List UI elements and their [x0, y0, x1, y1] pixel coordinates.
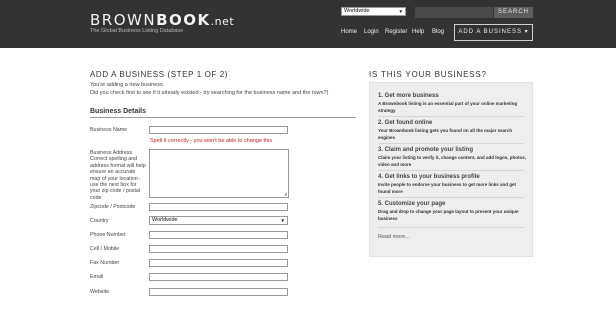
- phone-input[interactable]: [149, 231, 288, 239]
- tip-text: A Brownbook listing is an essential part…: [378, 101, 518, 113]
- section-divider: [90, 117, 356, 118]
- country-label: Country: [90, 218, 109, 224]
- sidebar-tip-1: 1. Get more business A Brownbook listing…: [378, 92, 526, 114]
- nav-link-help[interactable]: Help: [412, 29, 424, 35]
- logo-text-net: .net: [210, 15, 235, 28]
- brownbook-logo[interactable]: BROWNBOOK.net: [90, 11, 234, 29]
- zipcode-input[interactable]: [149, 203, 288, 211]
- site-tagline: The Global Business Listing Database: [90, 28, 184, 34]
- resize-grip-icon[interactable]: ◢: [284, 192, 287, 196]
- tip-heading: 3. Claim and promote your listing: [378, 147, 474, 153]
- sidebar-tip-4: 4. Get links to your business profile In…: [378, 173, 526, 195]
- intro-hint: Did you check first to see if it already…: [90, 90, 329, 96]
- page-title: ADD A BUSINESS (STEP 1 OF 2): [90, 70, 229, 79]
- sidebar-title: IS THIS YOUR BUSINESS?: [369, 70, 487, 79]
- business-address-label-text: Business Address: [90, 150, 133, 156]
- nav-link-login[interactable]: Login: [364, 29, 379, 35]
- dropdown-arrow-icon: ▼: [398, 9, 403, 14]
- intro-text: You're adding a new business.: [90, 82, 165, 88]
- fax-label: Fax Number: [90, 260, 120, 266]
- read-more-link[interactable]: Read more...: [378, 234, 410, 240]
- tip-text: Claim your listing to verify it, change …: [378, 155, 527, 167]
- country-select[interactable]: Worldwide ▼: [149, 216, 288, 225]
- site-header: BROWNBOOK.net The Global Business Listin…: [0, 0, 616, 48]
- country-select-value: Worldwide: [152, 217, 178, 223]
- tip-text: Invite people to endorse your business t…: [378, 182, 517, 194]
- business-name-input[interactable]: [149, 126, 288, 134]
- nav-link-home[interactable]: Home: [341, 29, 357, 35]
- phone-label: Phone Number: [90, 232, 126, 238]
- sidebar-tip-3: 3. Claim and promote your listing Claim …: [378, 146, 526, 168]
- search-button[interactable]: SEARCH: [494, 7, 533, 18]
- business-address-help: Correct spelling and address format will…: [90, 156, 146, 201]
- tip-divider: [378, 197, 524, 198]
- header-country-select[interactable]: Worldwide ▼: [341, 7, 406, 16]
- fax-input[interactable]: [149, 259, 288, 267]
- nav-link-blog[interactable]: Blog: [432, 29, 444, 35]
- nav-link-register[interactable]: Register: [385, 29, 407, 35]
- spelling-warning: Spell it correctly - you won't be able t…: [150, 138, 273, 144]
- business-address-textarea[interactable]: ◢: [149, 149, 289, 198]
- section-title-business-details: Business Details: [90, 108, 147, 115]
- tip-heading: 4. Get links to your business profile: [378, 174, 480, 180]
- sidebar-tip-2: 2. Get found online Your Brownbook listi…: [378, 119, 526, 141]
- website-input[interactable]: [149, 288, 288, 296]
- tip-divider: [378, 170, 524, 171]
- cell-input[interactable]: [149, 245, 288, 253]
- logo-text-book: BOOK: [156, 11, 211, 29]
- zipcode-label: Zipcode / Postcode: [90, 204, 136, 210]
- tip-heading: 5. Customize your page: [378, 201, 446, 207]
- search-input[interactable]: [415, 7, 493, 18]
- tip-heading: 1. Get more business: [378, 93, 439, 99]
- dropdown-arrow-icon: ▼: [280, 218, 285, 223]
- cell-label: Cell / Mobile: [90, 246, 120, 252]
- tip-text: Your Brownbook listing gets you found on…: [378, 128, 513, 140]
- business-address-label: Business Address Correct spelling and ad…: [90, 150, 146, 201]
- website-label: Website: [90, 289, 110, 295]
- tip-heading: 2. Get found online: [378, 120, 433, 126]
- email-input[interactable]: [149, 273, 288, 281]
- add-business-button[interactable]: ADD A BUSINESS ▾: [454, 24, 533, 41]
- sidebar-tip-5: 5. Customize your page Drag and drop to …: [378, 200, 526, 222]
- tip-divider: [378, 227, 524, 228]
- tip-text: Drag and drop to change your page layout…: [378, 209, 519, 221]
- business-name-label: Business Name: [90, 127, 128, 133]
- logo-text-brown: BROWN: [90, 11, 157, 29]
- header-country-value: Worldwide: [344, 8, 370, 14]
- email-label: Email: [90, 274, 104, 280]
- tip-divider: [378, 143, 524, 144]
- tip-divider: [378, 116, 524, 117]
